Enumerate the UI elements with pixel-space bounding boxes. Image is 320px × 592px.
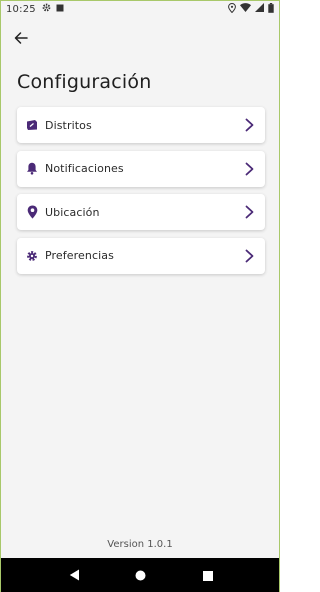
location-pin-icon [25,205,39,219]
recents-square-icon [202,566,213,585]
chevron-right-icon [243,249,255,263]
menu-item-preferencias[interactable]: Preferencias [17,237,265,274]
square-icon [56,4,64,15]
location-icon [228,2,236,16]
bell-icon [25,162,39,176]
settings-menu: Distritos Notificaciones Ubicación Prefe… [17,107,265,281]
back-button[interactable] [11,29,31,47]
menu-item-notificaciones[interactable]: Notificaciones [17,150,265,187]
status-bar: 10:25 [1,1,279,17]
wifi-icon [240,3,251,15]
signal-icon [255,3,264,15]
arrow-left-icon [14,29,28,48]
gear-icon [42,3,51,15]
menu-item-label: Ubicación [45,205,100,219]
gear-icon [25,249,39,263]
status-right-icons [228,2,274,16]
chevron-right-icon [243,118,255,132]
chevron-right-icon [243,162,255,176]
nav-back-button[interactable] [62,563,86,587]
chevron-right-icon [243,205,255,219]
page-title: Configuración [17,71,152,93]
app-version: Version 1.0.1 [107,539,173,550]
status-time: 10:25 [6,3,36,15]
menu-item-label: Distritos [45,118,92,132]
menu-item-ubicacion[interactable]: Ubicación [17,194,265,230]
app-frame: 10:25 Configuración Distritos Notificaci… [0,0,280,592]
menu-item-label: Notificaciones [45,162,124,175]
menu-item-label: Preferencias [45,249,114,262]
battery-icon [268,2,274,16]
district-icon [25,118,39,132]
menu-item-distritos[interactable]: Distritos [17,107,265,143]
system-nav-bar [1,558,279,592]
nav-home-button[interactable] [129,563,153,587]
nav-recents-button[interactable] [196,563,220,587]
home-circle-icon [135,566,146,585]
back-triangle-icon [69,566,80,585]
